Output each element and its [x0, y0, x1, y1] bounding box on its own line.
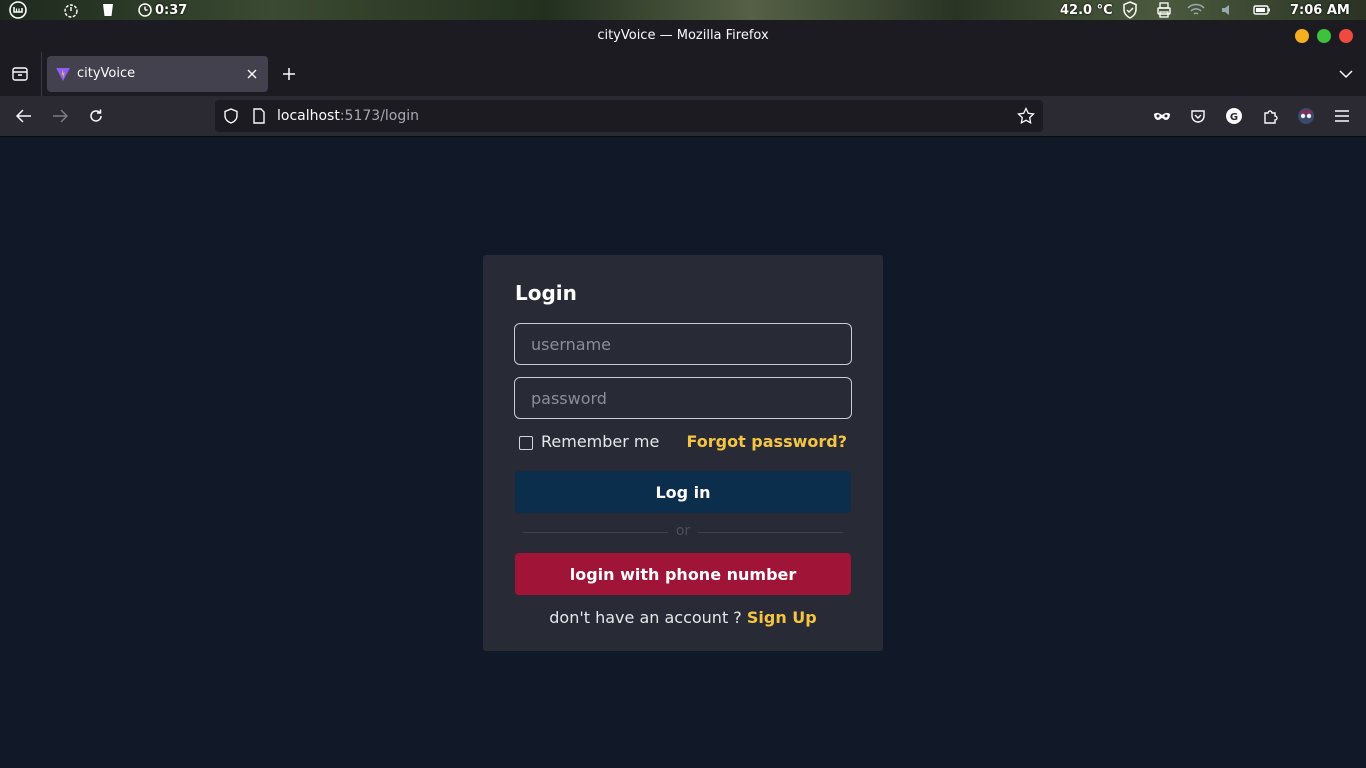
timer-readout: 0:37 — [155, 2, 188, 18]
wifi-icon[interactable] — [1187, 1, 1205, 19]
clock-readout[interactable]: 7:06 AM — [1290, 1, 1350, 19]
svg-text:G: G — [1230, 112, 1238, 123]
page-content: Login Remember me Forgot password? Log i… — [0, 137, 1366, 768]
url-host: localhost — [277, 108, 340, 124]
system-panel: 0:37 42.0 °C 7:06 AM — [0, 0, 1366, 20]
stopwatch-icon[interactable] — [137, 1, 153, 19]
pocket-icon[interactable] — [1188, 107, 1208, 125]
username-input[interactable] — [514, 323, 852, 365]
signup-link[interactable]: Sign Up — [747, 608, 817, 627]
password-input[interactable] — [514, 377, 852, 419]
private-mask-icon[interactable] — [1152, 107, 1172, 125]
forgot-password-link[interactable]: Forgot password? — [686, 432, 847, 451]
navigation-toolbar: localhost:5173/login G — [0, 96, 1366, 137]
mint-menu-icon[interactable] — [8, 1, 28, 19]
page-info-icon[interactable] — [250, 107, 268, 125]
minimize-button[interactable] — [1295, 29, 1309, 43]
shield-tray-icon[interactable] — [1121, 1, 1139, 19]
window-title: cityVoice — Mozilla Firefox — [597, 28, 769, 43]
login-button[interactable]: Log in — [515, 471, 851, 513]
printer-icon[interactable] — [1155, 1, 1173, 19]
maximize-button[interactable] — [1317, 29, 1331, 43]
reload-icon[interactable] — [86, 107, 106, 125]
tracking-shield-icon[interactable] — [222, 107, 240, 125]
hamburger-menu-icon[interactable] — [1332, 107, 1352, 125]
firefox-view-icon[interactable] — [10, 65, 30, 83]
timer-icon[interactable] — [62, 1, 80, 19]
close-window-button[interactable] — [1339, 29, 1353, 43]
new-tab-icon[interactable] — [280, 65, 298, 83]
grammar-extension-icon[interactable]: G — [1224, 107, 1244, 125]
signup-prompt: don't have an account ? Sign Up — [483, 608, 883, 627]
phone-login-button[interactable]: login with phone number — [515, 553, 851, 595]
tab-cityvoice[interactable]: cityVoice — [47, 56, 268, 92]
back-arrow-icon[interactable] — [14, 107, 34, 125]
url-bar[interactable]: localhost:5173/login — [215, 100, 1043, 132]
window-titlebar: cityVoice — Mozilla Firefox — [0, 20, 1366, 52]
url-text[interactable]: localhost:5173/login — [277, 108, 419, 124]
remember-me-checkbox[interactable] — [519, 436, 533, 450]
cup-icon[interactable] — [101, 1, 115, 19]
signup-prompt-text: don't have an account ? — [549, 608, 747, 627]
or-divider-label: or — [668, 523, 698, 539]
vite-favicon-icon — [55, 66, 71, 82]
tab-title: cityVoice — [77, 66, 136, 81]
tab-separator — [41, 52, 42, 96]
remember-me-label[interactable]: Remember me — [541, 432, 659, 451]
battery-icon[interactable] — [1253, 1, 1271, 19]
forward-arrow-icon[interactable] — [50, 107, 70, 125]
bookmark-star-icon[interactable] — [1017, 107, 1035, 125]
volume-icon[interactable] — [1220, 1, 1238, 19]
profile-avatar-icon[interactable] — [1296, 107, 1316, 125]
list-tabs-chevron-icon[interactable] — [1337, 65, 1355, 83]
url-path: :5173/login — [339, 108, 420, 124]
temperature-readout[interactable]: 42.0 °C — [1060, 1, 1113, 19]
extensions-puzzle-icon[interactable] — [1260, 107, 1280, 125]
tab-strip: cityVoice — [0, 52, 1366, 96]
login-heading: Login — [515, 281, 577, 305]
close-tab-icon[interactable] — [244, 66, 260, 82]
login-card: Login Remember me Forgot password? Log i… — [483, 255, 883, 651]
